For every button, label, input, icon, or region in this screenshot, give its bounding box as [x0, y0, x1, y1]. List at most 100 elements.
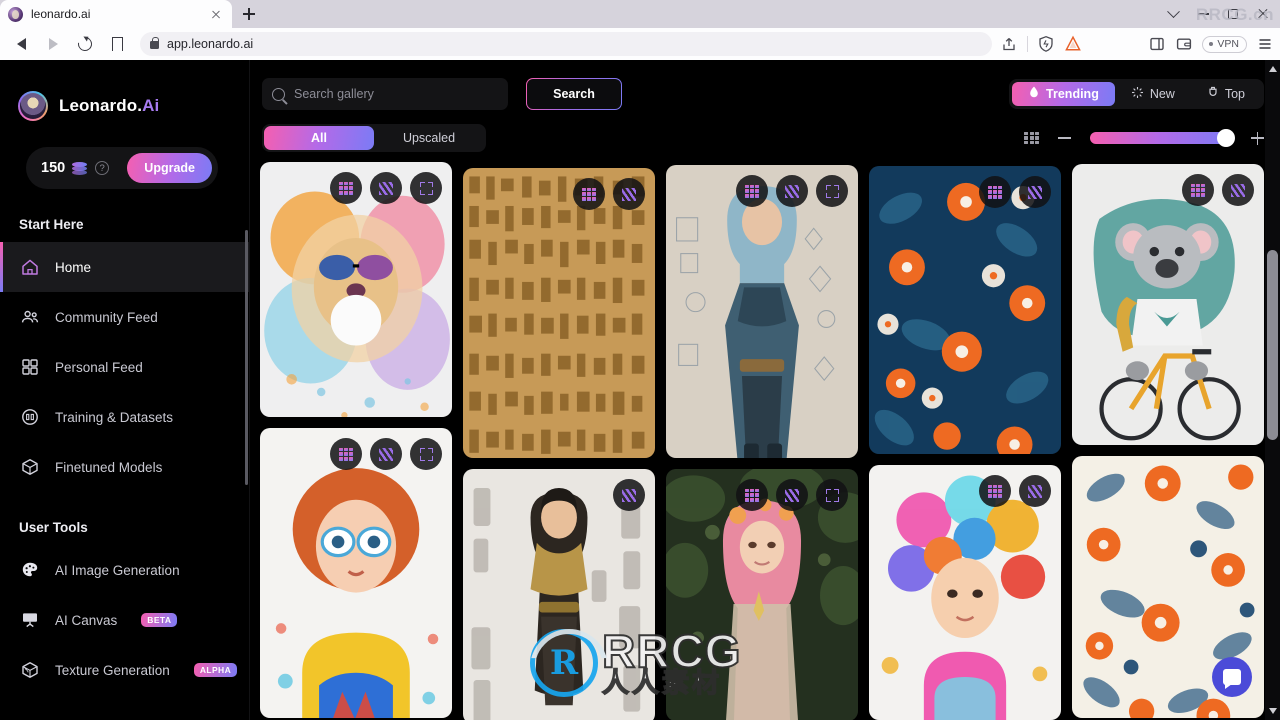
browser-window: leonardo.ai app.leonardo.ai VPN Leonardo… [0, 0, 1280, 720]
gallery-card-rainbow-hair-portrait[interactable] [869, 465, 1061, 720]
sidebar-item-texture-generation[interactable]: Texture Generation ALPHA [0, 645, 249, 695]
maximize-button[interactable] [1218, 0, 1248, 28]
gallery-card-colorful-girl-glasses-hoodie[interactable] [260, 428, 452, 718]
fullscreen-expand-icon[interactable] [816, 175, 848, 207]
section-label-start-here: Start Here [19, 217, 84, 232]
main-content: Search gallery Search Trending New Top A… [250, 60, 1280, 720]
search-input[interactable]: Search gallery [262, 78, 508, 110]
remix-grid-icon[interactable] [979, 176, 1011, 208]
filter-all[interactable]: All [264, 126, 374, 150]
filter-upscaled[interactable]: Upscaled [374, 126, 484, 150]
gallery-card-watercolor-lion-sunglasses[interactable] [260, 162, 452, 417]
minimize-button[interactable] [1188, 0, 1218, 28]
vpn-button[interactable]: VPN [1202, 35, 1247, 53]
gallery-card-koala-riding-bicycle[interactable] [1072, 164, 1264, 445]
sidebar-item-home[interactable]: Home [0, 242, 249, 292]
share-icon[interactable] [1000, 35, 1018, 53]
zoom-slider-handle[interactable] [1217, 129, 1235, 147]
gallery-card-blue-haired-fantasy-ranger[interactable] [666, 165, 858, 458]
tab-title: leonardo.ai [31, 7, 91, 21]
trophy-icon [1207, 86, 1219, 102]
filter-tabs: All Upscaled [262, 124, 486, 152]
zoom-slider[interactable] [1090, 129, 1235, 147]
reload-icon[interactable] [70, 30, 100, 58]
new-tab-button[interactable] [234, 0, 262, 28]
brave-wallet-icon[interactable] [1175, 35, 1193, 53]
gallery-card-pink-haired-forest-maiden[interactable] [666, 469, 858, 720]
remix-grid-icon[interactable] [979, 475, 1011, 507]
browser-tab[interactable]: leonardo.ai [0, 0, 232, 28]
sidebar-item-label: AI Image Generation [55, 562, 180, 578]
credits-panel: 150 ? Upgrade [26, 147, 218, 189]
fullscreen-expand-icon[interactable] [816, 479, 848, 511]
gallery-card-egyptian-hieroglyph-wall[interactable] [463, 168, 655, 458]
zoom-in-button[interactable] [1251, 131, 1264, 145]
upscale-lines-icon[interactable] [370, 438, 402, 470]
scrollbar-thumb[interactable] [1267, 250, 1278, 440]
easel-icon [19, 610, 40, 631]
page-scrollbar[interactable] [1265, 60, 1280, 720]
leonardo-favicon-icon [8, 6, 23, 22]
sidebar-item-finetuned-models[interactable]: Finetuned Models [0, 442, 249, 492]
zoom-controls [1024, 129, 1264, 147]
tab-search-chevron-down-icon[interactable] [1158, 0, 1188, 28]
url-text: app.leonardo.ai [167, 37, 254, 51]
brave-lion-icon[interactable] [1064, 35, 1082, 53]
tab-trending[interactable]: Trending [1012, 82, 1115, 106]
flame-icon [1028, 86, 1040, 102]
upgrade-button[interactable]: Upgrade [127, 153, 212, 183]
remix-grid-icon[interactable] [330, 172, 362, 204]
sidebar-item-label: Finetuned Models [55, 459, 163, 475]
sidebar-item-ai-canvas[interactable]: AI Canvas BETA [0, 595, 249, 645]
sidebar-item-ai-image-generation[interactable]: AI Image Generation [0, 545, 249, 595]
remix-grid-icon[interactable] [736, 479, 768, 511]
upscale-lines-icon[interactable] [613, 178, 645, 210]
image-gallery [250, 156, 1280, 720]
sidebar: Leonardo.Ai 150 ? Upgrade Start Here Hom… [0, 60, 250, 720]
upscale-lines-icon[interactable] [1019, 176, 1051, 208]
sidebar-item-training-datasets[interactable]: Training & Datasets [0, 392, 249, 442]
scroll-down-arrow-icon[interactable] [1268, 708, 1277, 714]
sidebar-panel-icon[interactable] [1148, 35, 1166, 53]
brand-logo-row[interactable]: Leonardo.Ai [0, 86, 249, 126]
intercom-chat-button[interactable] [1212, 657, 1252, 697]
remix-grid-icon[interactable] [1182, 174, 1214, 206]
back-icon[interactable] [6, 30, 36, 58]
upscale-lines-icon[interactable] [1019, 475, 1051, 507]
brave-shield-icon[interactable] [1037, 35, 1055, 53]
remix-grid-icon[interactable] [573, 178, 605, 210]
sidebar-item-community-feed[interactable]: Community Feed [0, 292, 249, 342]
upscale-lines-icon[interactable] [776, 175, 808, 207]
leonardo-avatar-icon [18, 91, 48, 121]
credit-amount: 150 [41, 160, 66, 176]
fullscreen-expand-icon[interactable] [410, 172, 442, 204]
upscale-lines-icon[interactable] [370, 172, 402, 204]
remix-grid-icon[interactable] [330, 438, 362, 470]
bookmark-icon[interactable] [102, 30, 132, 58]
close-window-button[interactable] [1248, 0, 1278, 28]
gallery-card-fantasy-warrior-character-sheet[interactable] [463, 469, 655, 720]
upscale-lines-icon[interactable] [776, 479, 808, 511]
remix-grid-icon[interactable] [736, 175, 768, 207]
close-tab-icon[interactable] [208, 6, 224, 22]
zoom-out-button[interactable] [1058, 137, 1071, 139]
address-bar[interactable]: app.leonardo.ai [140, 32, 993, 56]
upscale-lines-icon[interactable] [613, 479, 645, 511]
sidebar-scrollbar[interactable] [245, 230, 248, 485]
scroll-up-arrow-icon[interactable] [1268, 66, 1277, 72]
tab-top[interactable]: Top [1191, 82, 1261, 106]
tab-new[interactable]: New [1115, 82, 1191, 106]
help-question-icon[interactable]: ? [95, 161, 110, 175]
sparkle-icon [1131, 86, 1144, 102]
gallery-card-orange-floral-pattern-dark[interactable] [869, 166, 1061, 454]
upscale-lines-icon[interactable] [1222, 174, 1254, 206]
fullscreen-expand-icon[interactable] [410, 438, 442, 470]
search-button[interactable]: Search [526, 78, 622, 110]
grid-density-icon[interactable] [1024, 131, 1039, 145]
card-action-bar [330, 172, 442, 204]
hamburger-menu-icon[interactable] [1256, 35, 1274, 53]
forward-icon[interactable] [38, 30, 68, 58]
card-image [463, 168, 655, 458]
sidebar-item-personal-feed[interactable]: Personal Feed [0, 342, 249, 392]
sidebar-item-label: Personal Feed [55, 359, 143, 375]
